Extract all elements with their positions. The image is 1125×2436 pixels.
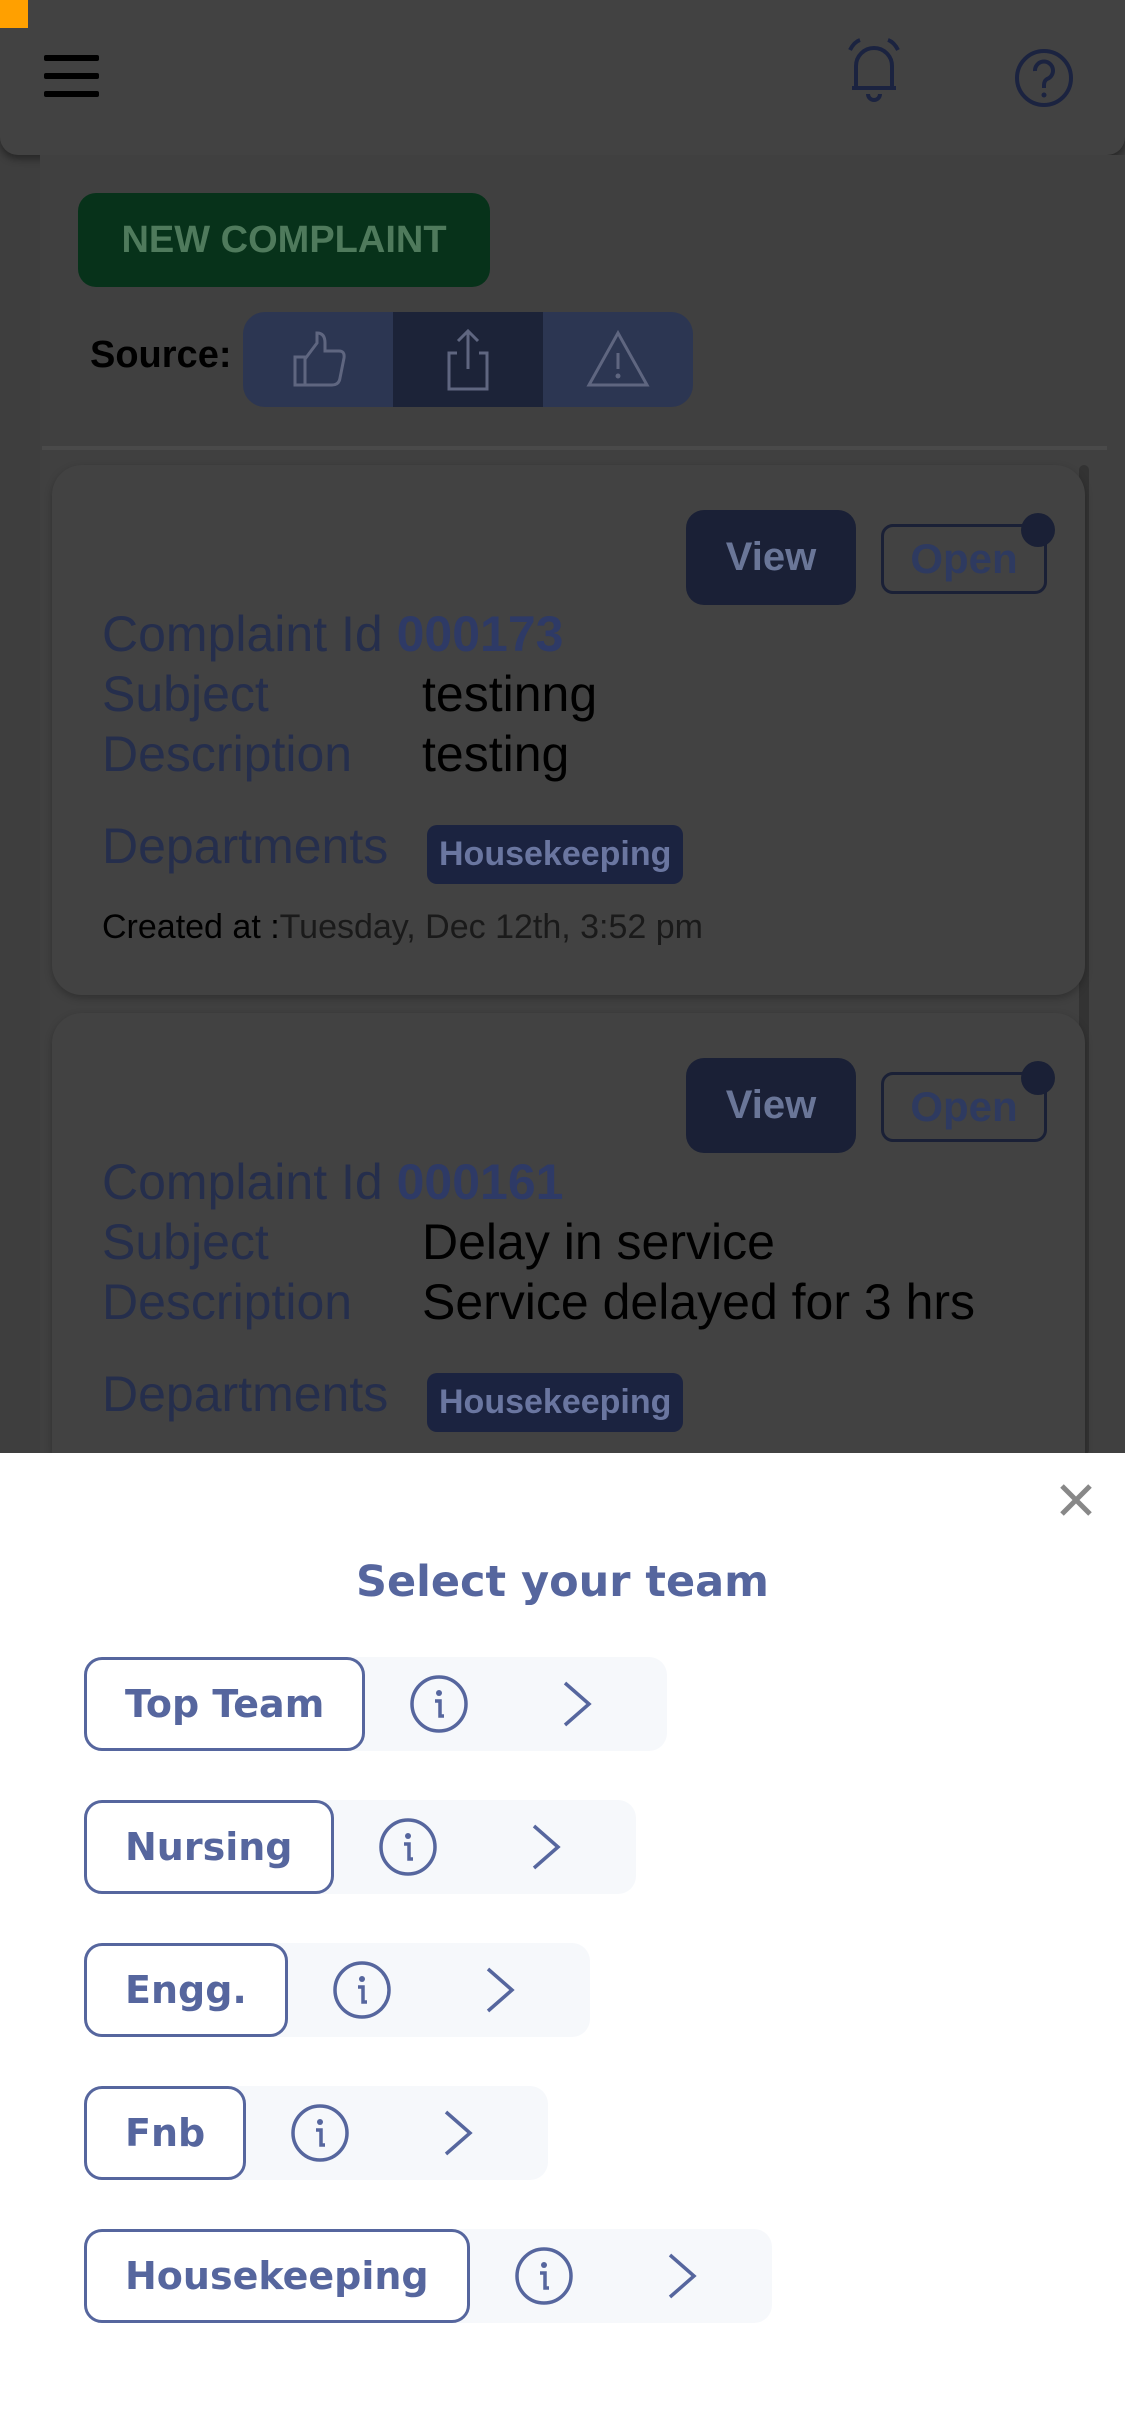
description-value: Service delayed for 3 hrs [422,1274,976,1330]
status-indicator [0,0,28,28]
complaint-id-label: Complaint Id [102,606,383,662]
new-complaint-button[interactable]: NEW COMPLAINT [78,193,490,287]
team-row[interactable]: Engg. [84,1943,590,2037]
notification-dot [1021,513,1055,547]
info-icon[interactable] [290,2103,350,2163]
description-label: Description [102,1274,353,1330]
team-row[interactable]: Fnb [84,2086,549,2180]
subject-value: Delay in service [422,1214,775,1270]
department-chip: Housekeeping [427,1373,684,1432]
app-header [0,0,1125,155]
source-thumbs-up[interactable] [243,312,393,407]
departments-label: Departments [102,818,389,874]
thumbs-up-icon [293,330,346,386]
team-row[interactable]: Top Team [84,1657,668,1751]
chevron-right-icon[interactable] [438,2108,478,2158]
complaint-card: View Open Complaint Id 000161 Subject De… [52,1013,1085,1453]
team-button[interactable]: Engg. [84,1943,288,2037]
description-value: testing [422,726,570,782]
chevron-right-icon[interactable] [480,1965,520,2015]
source-warning[interactable] [543,312,693,407]
team-row[interactable]: Nursing [84,1800,636,1894]
warning-icon [586,329,650,386]
share-upload-icon [447,328,489,390]
source-share[interactable] [393,312,543,407]
team-button[interactable]: Housekeeping [84,2229,470,2323]
subject-label: Subject [102,1214,269,1270]
bell-icon[interactable] [828,24,920,116]
chevron-right-icon[interactable] [557,1679,597,1729]
info-icon[interactable] [332,1960,392,2020]
source-label: Source: [90,334,232,376]
help-circle-icon[interactable] [1014,48,1074,108]
subject-value: testinng [422,666,598,722]
complaint-card: View Open Complaint Id 000173 Subject te… [52,465,1085,995]
view-button[interactable]: View [686,1058,856,1153]
notification-dot [1021,1061,1055,1095]
chevron-right-icon[interactable] [662,2251,702,2301]
team-select-sheet: Select your team Top Team Nursing Engg. Fnb… [0,1453,1125,2436]
team-button[interactable]: Fnb [84,2086,247,2180]
team-button[interactable]: Nursing [84,1800,334,1894]
team-button[interactable]: Top Team [84,1657,366,1751]
created-at-value: Tuesday, Dec 12th, 3:52 pm [279,908,703,946]
chevron-right-icon[interactable] [526,1822,566,1872]
subject-label: Subject [102,666,269,722]
created-at-label: Created at : [102,908,280,946]
close-icon[interactable] [1056,1480,1096,1520]
source-filter [243,312,693,407]
team-row[interactable]: Housekeeping [84,2229,772,2323]
hamburger-icon[interactable] [44,55,99,97]
complaint-id: 000173 [396,606,564,662]
created-at: Created at :Tuesday, Dec 12th, 3:52 pm [102,908,703,947]
departments-label: Departments [102,1366,389,1422]
department-chip: Housekeeping [427,825,684,884]
description-label: Description [102,726,353,782]
info-icon[interactable] [514,2246,574,2306]
view-button[interactable]: View [686,510,856,605]
complaint-id-label: Complaint Id [102,1154,383,1210]
sheet-title: Select your team [356,1557,769,1607]
info-icon[interactable] [378,1817,438,1877]
info-icon[interactable] [409,1674,469,1734]
divider [42,446,1107,450]
complaint-id: 000161 [396,1154,564,1210]
